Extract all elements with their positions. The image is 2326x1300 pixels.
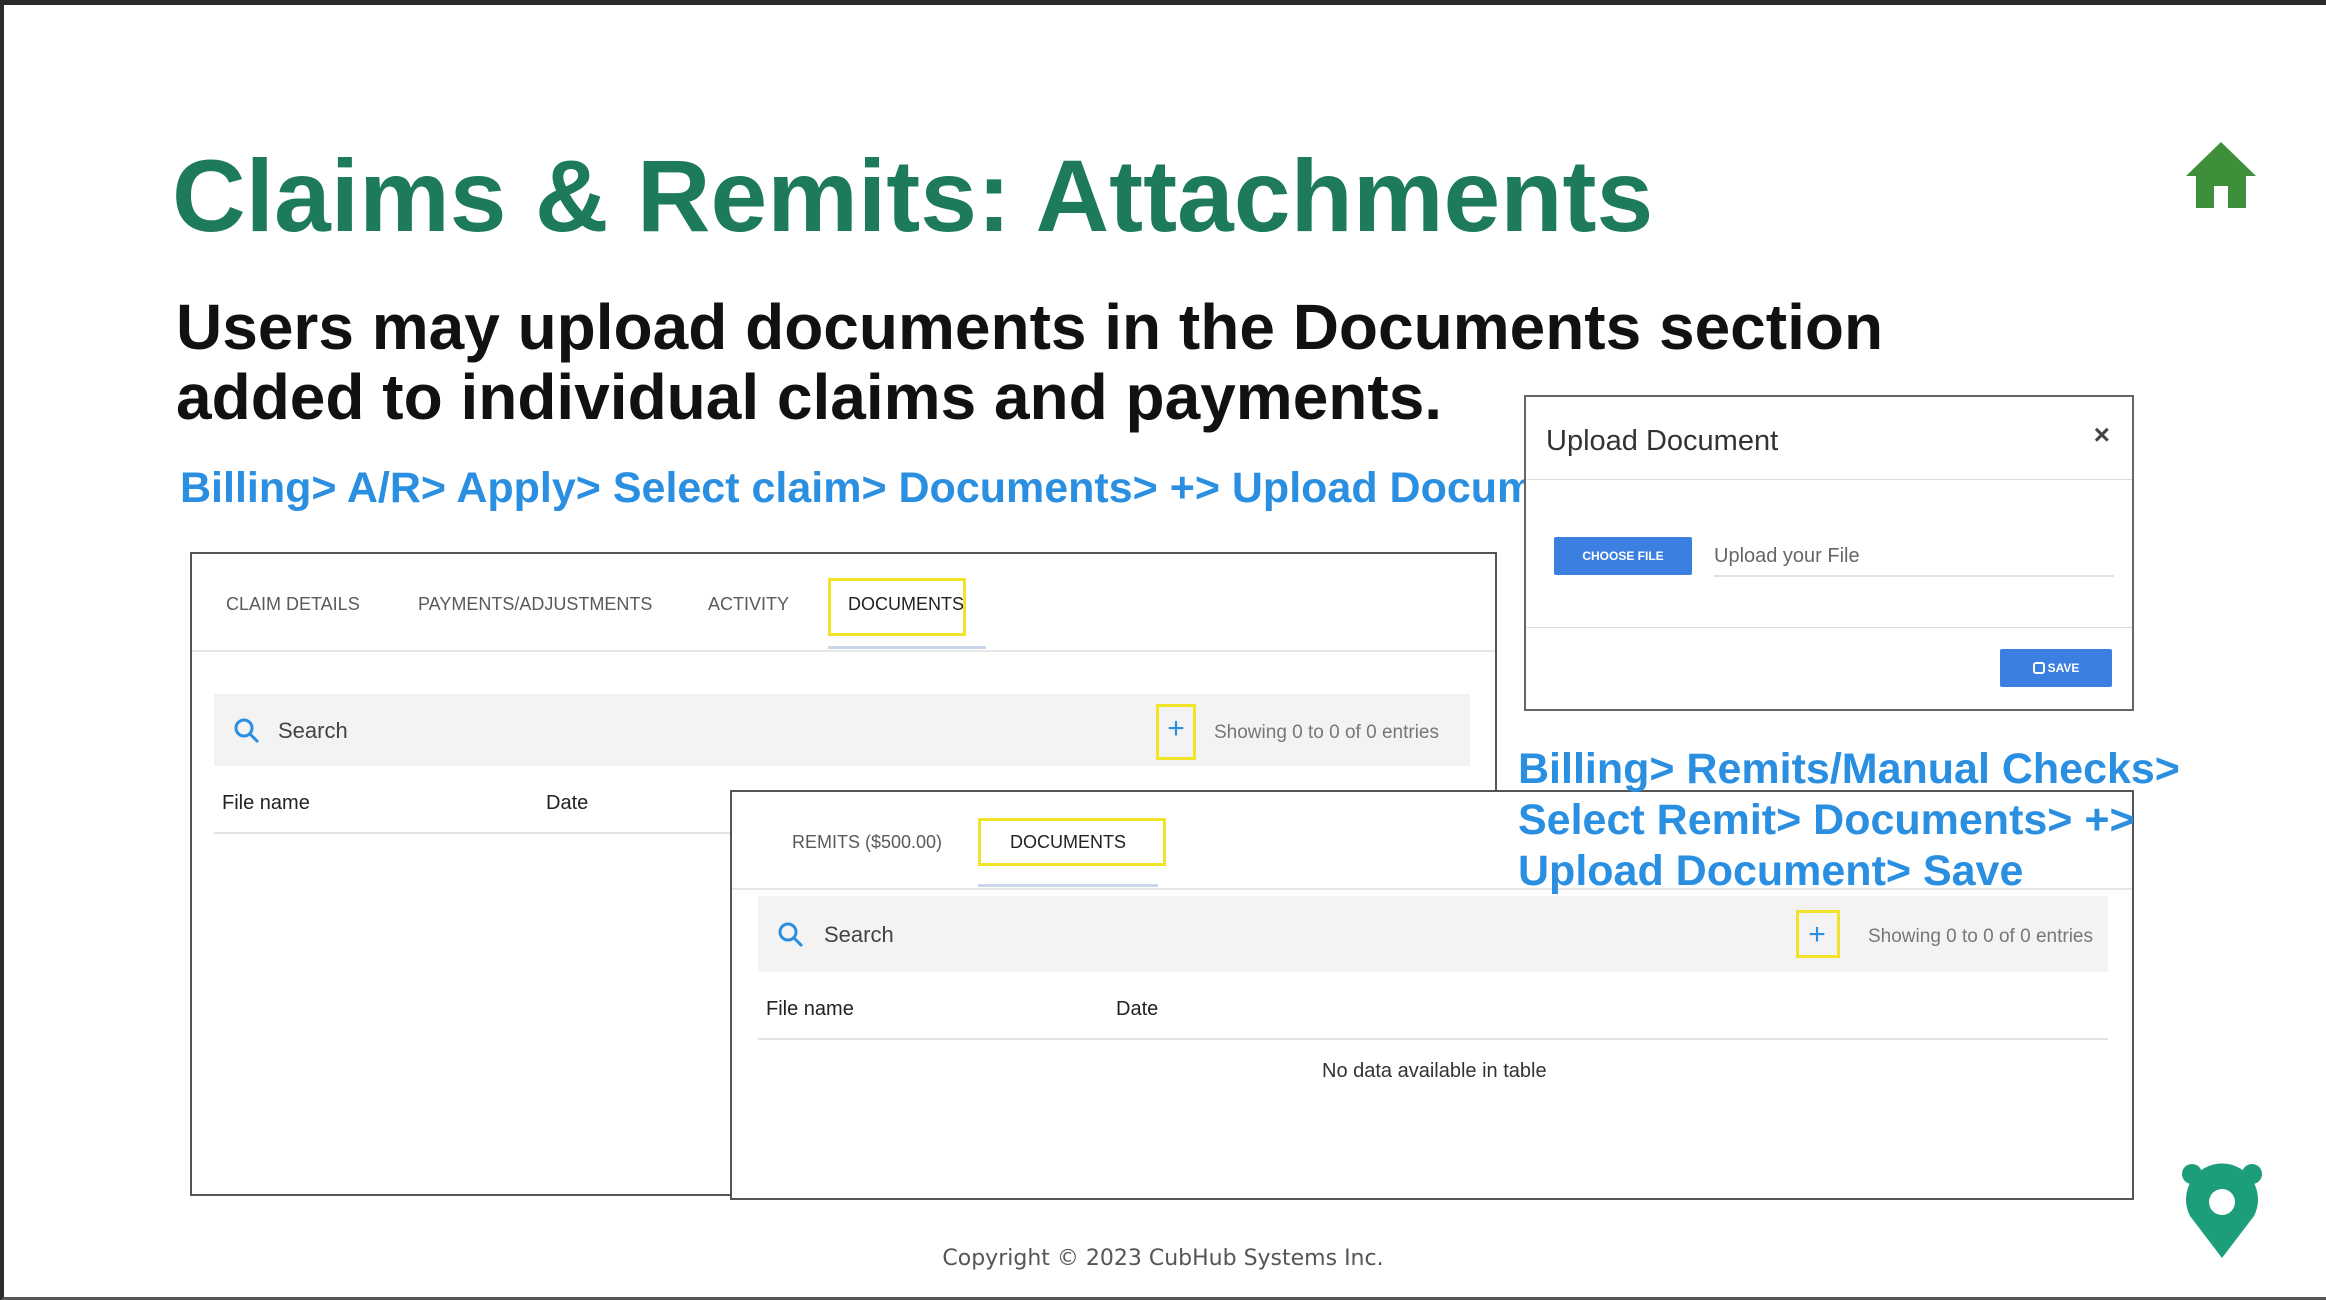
tab-activity[interactable]: ACTIVITY xyxy=(708,594,789,615)
cubhub-badge-icon xyxy=(2182,1163,2262,1258)
column-file-name: File name xyxy=(766,998,854,1020)
active-tab-indicator xyxy=(828,646,986,649)
tab-claim-details[interactable]: CLAIM DETAILS xyxy=(226,594,360,615)
active-tab-indicator xyxy=(978,884,1158,887)
search-bar: Search + Showing 0 to 0 of 0 entries xyxy=(758,896,2108,972)
empty-table-message: No data available in table xyxy=(1322,1060,1547,1082)
search-icon xyxy=(234,718,260,744)
documents-tab-highlight xyxy=(828,578,966,636)
dialog-footer-divider xyxy=(1526,627,2132,628)
table-header-divider xyxy=(758,1038,2108,1040)
tab-payments-adjustments[interactable]: PAYMENTS/ADJUSTMENTS xyxy=(418,594,652,615)
add-button-highlight xyxy=(1796,910,1840,958)
choose-file-button[interactable]: CHOOSE FILE xyxy=(1554,537,1692,575)
column-date: Date xyxy=(546,792,589,814)
search-bar: Search + Showing 0 to 0 of 0 entries xyxy=(214,694,1470,766)
column-date: Date xyxy=(1116,998,1159,1020)
entries-count: Showing 0 to 0 of 0 entries xyxy=(1214,722,1439,743)
dialog-title: Upload Document xyxy=(1546,425,1779,457)
claim-tabs: CLAIM DETAILS PAYMENTS/ADJUSTMENTS ACTIV… xyxy=(192,554,1495,652)
column-file-name: File name xyxy=(222,792,310,814)
save-button[interactable]: SAVE xyxy=(2000,649,2112,687)
claims-navigation-path: Billing> A/R> Apply> Select claim> Docum… xyxy=(180,464,1738,512)
dialog-header-divider xyxy=(1526,479,2132,480)
close-icon[interactable]: × xyxy=(2094,419,2110,451)
tab-remits[interactable]: REMITS ($500.00) xyxy=(792,832,942,853)
home-icon[interactable] xyxy=(2184,140,2258,210)
save-button-label: SAVE xyxy=(2047,661,2080,675)
entries-count: Showing 0 to 0 of 0 entries xyxy=(1868,926,2093,947)
search-input[interactable]: Search xyxy=(278,718,348,744)
upload-document-dialog: Upload Document × CHOOSE FILE SAVE xyxy=(1524,395,2134,711)
add-button-highlight xyxy=(1156,704,1196,760)
slide-title: Claims & Remits: Attachments xyxy=(172,139,1654,253)
copyright-footer: Copyright © 2023 CubHub Systems Inc. xyxy=(942,1246,1384,1271)
search-icon xyxy=(778,922,804,948)
remits-navigation-path: Billing> Remits/Manual Checks> Select Re… xyxy=(1518,745,2180,895)
save-icon xyxy=(2032,662,2045,674)
file-upload-field[interactable] xyxy=(1714,537,2114,577)
search-input[interactable]: Search xyxy=(824,922,894,948)
documents-tab-highlight xyxy=(978,818,1166,866)
